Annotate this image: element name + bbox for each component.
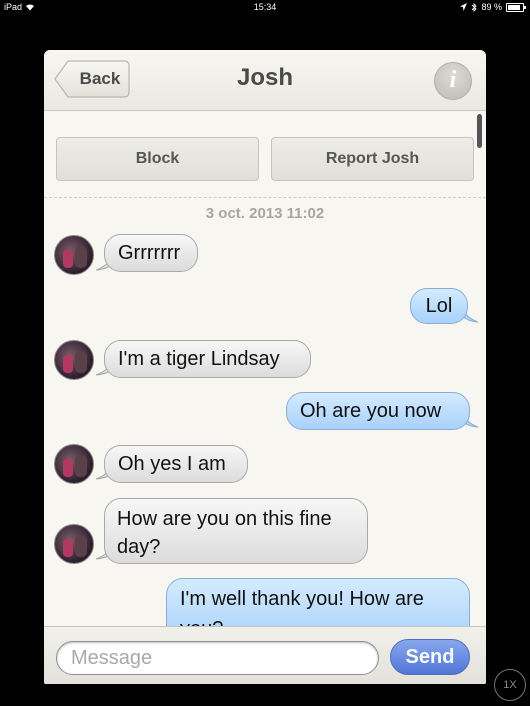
navigation-bar: Back Josh i bbox=[44, 50, 486, 111]
location-icon bbox=[460, 3, 468, 11]
thread-timestamp: 3 oct. 2013 11:02 bbox=[205, 205, 325, 222]
info-icon: i bbox=[449, 67, 457, 93]
message-incoming: How are you on this fine day? bbox=[104, 498, 368, 564]
status-time: 15:34 bbox=[253, 2, 277, 12]
message-incoming: I'm a tiger Lindsay bbox=[104, 340, 311, 378]
avatar[interactable] bbox=[54, 340, 94, 380]
message-input[interactable] bbox=[56, 641, 379, 675]
page-title: Josh bbox=[236, 64, 293, 91]
message-outgoing: Oh are you now bbox=[286, 392, 470, 430]
battery-percent: 89 % bbox=[481, 2, 502, 12]
block-button[interactable]: Block bbox=[56, 137, 259, 181]
chat-window: Back Josh i Block Report Josh 3 oct. 201… bbox=[44, 50, 486, 684]
message-composer: Send bbox=[44, 626, 486, 684]
avatar[interactable] bbox=[54, 235, 94, 275]
bluetooth-icon bbox=[472, 2, 478, 12]
zoom-indicator[interactable]: 1X bbox=[494, 669, 526, 701]
message-outgoing: Lol bbox=[410, 288, 468, 324]
battery-icon bbox=[506, 2, 526, 12]
contact-actions: Block Report Josh bbox=[44, 111, 486, 198]
message-incoming: Oh yes I am bbox=[104, 445, 248, 483]
message-incoming: Grrrrrrr bbox=[104, 234, 198, 272]
avatar[interactable] bbox=[54, 444, 94, 484]
info-button[interactable]: i bbox=[434, 62, 472, 100]
scrollbar[interactable] bbox=[477, 114, 482, 148]
send-button[interactable]: Send bbox=[390, 639, 470, 675]
report-button[interactable]: Report Josh bbox=[271, 137, 474, 181]
status-right: 89 % bbox=[460, 0, 526, 14]
avatar[interactable] bbox=[54, 524, 94, 564]
status-bar: iPad 15:34 89 % bbox=[0, 0, 530, 14]
